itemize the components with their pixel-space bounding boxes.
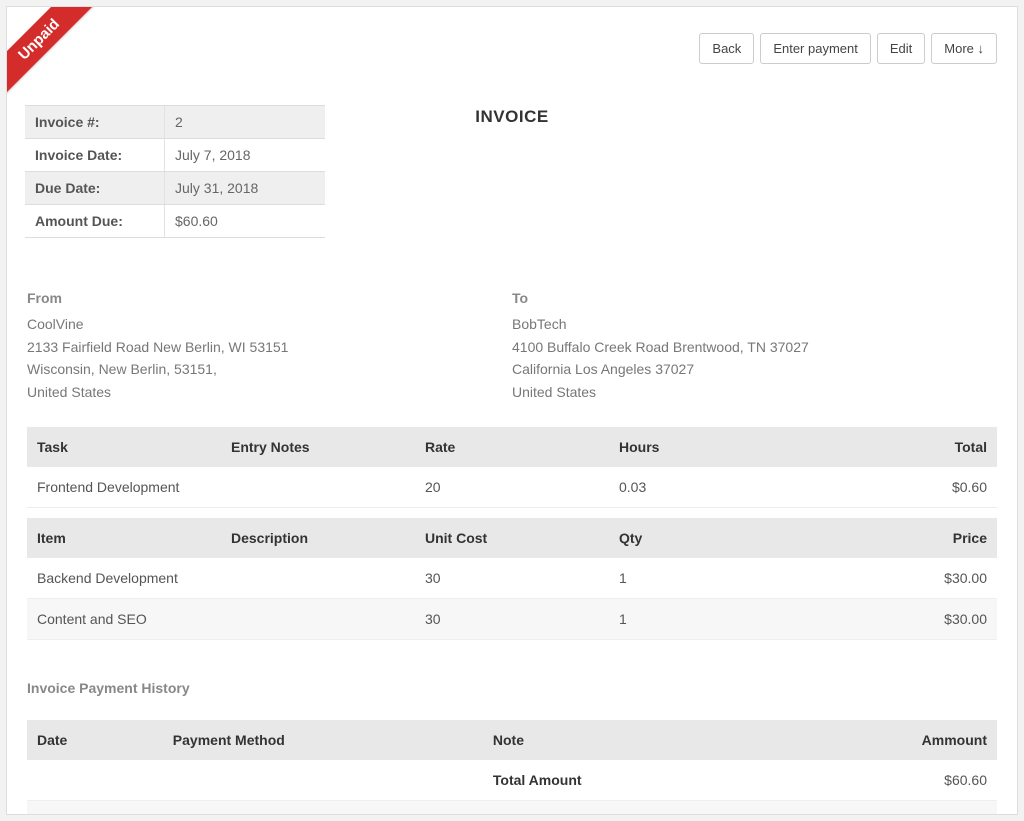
table-row: Frontend Development 20 0.03 $0.60 <box>27 467 997 508</box>
cell-price: $30.00 <box>803 558 997 599</box>
cell-qty: 1 <box>609 558 803 599</box>
col-task: Task <box>27 427 221 467</box>
meta-value: July 7, 2018 <box>165 139 325 171</box>
history-table: Date Payment Method Note Ammount Total A… <box>27 720 997 815</box>
address-to: To BobTech 4100 Buffalo Creek Road Brent… <box>512 287 997 403</box>
table-header-row: Date Payment Method Note Ammount <box>27 720 997 760</box>
cell-notes <box>221 467 415 508</box>
cell-unit: 30 <box>415 558 609 599</box>
col-desc: Description <box>221 518 415 558</box>
col-date: Date <box>27 720 163 760</box>
col-unit: Unit Cost <box>415 518 609 558</box>
history-title: Invoice Payment History <box>27 680 997 696</box>
col-total: Total <box>803 427 997 467</box>
meta-label: Invoice Date: <box>25 139 165 171</box>
col-amount: Ammount <box>851 720 997 760</box>
to-line3: United States <box>512 381 997 403</box>
from-line3: United States <box>27 381 512 403</box>
from-line2: Wisconsin, New Berlin, 53151, <box>27 358 512 380</box>
cell-unit: 30 <box>415 598 609 639</box>
col-qty: Qty <box>609 518 803 558</box>
tasks-table: Task Entry Notes Rate Hours Total Fronte… <box>27 427 997 508</box>
edit-button[interactable]: Edit <box>877 33 925 64</box>
cell-total: $0.60 <box>803 467 997 508</box>
meta-invoice-date: Invoice Date: July 7, 2018 <box>25 139 325 172</box>
cell-task: Frontend Development <box>27 467 221 508</box>
summary-label: Total paid <box>483 800 852 815</box>
col-note: Note <box>483 720 852 760</box>
col-price: Price <box>803 518 997 558</box>
summary-value: $0.00 <box>851 800 997 815</box>
cell-hours: 0.03 <box>609 467 803 508</box>
address-from: From CoolVine 2133 Fairfield Road New Be… <box>27 287 512 403</box>
from-heading: From <box>27 287 512 309</box>
meta-value: July 31, 2018 <box>165 172 325 204</box>
empty-cell <box>27 800 163 815</box>
to-name: BobTech <box>512 313 997 335</box>
cell-rate: 20 <box>415 467 609 508</box>
more-button[interactable]: More ↓ <box>931 33 997 64</box>
summary-row-total: Total Amount $60.60 <box>27 760 997 801</box>
from-line1: 2133 Fairfield Road New Berlin, WI 53151 <box>27 336 512 358</box>
col-item: Item <box>27 518 221 558</box>
empty-cell <box>27 760 163 801</box>
addresses: From CoolVine 2133 Fairfield Road New Be… <box>27 287 997 403</box>
invoice-page: Unpaid Back Enter payment Edit More ↓ IN… <box>6 6 1018 815</box>
enter-payment-button[interactable]: Enter payment <box>760 33 871 64</box>
cell-item: Backend Development <box>27 558 221 599</box>
table-header-row: Task Entry Notes Rate Hours Total <box>27 427 997 467</box>
status-ribbon: Unpaid <box>6 6 99 99</box>
table-row: Content and SEO 30 1 $30.00 <box>27 598 997 639</box>
col-notes: Entry Notes <box>221 427 415 467</box>
table-header-row: Item Description Unit Cost Qty Price <box>27 518 997 558</box>
summary-value: $60.60 <box>851 760 997 801</box>
meta-label: Due Date: <box>25 172 165 204</box>
cell-item: Content and SEO <box>27 598 221 639</box>
to-line2: California Los Angeles 37027 <box>512 358 997 380</box>
cell-qty: 1 <box>609 598 803 639</box>
meta-amount-due: Amount Due: $60.60 <box>25 205 325 238</box>
col-rate: Rate <box>415 427 609 467</box>
to-line1: 4100 Buffalo Creek Road Brentwood, TN 37… <box>512 336 997 358</box>
invoice-meta: Invoice #: 2 Invoice Date: July 7, 2018 … <box>25 105 325 238</box>
cell-desc <box>221 558 415 599</box>
meta-invoice-no: Invoice #: 2 <box>25 106 325 139</box>
cell-desc <box>221 598 415 639</box>
toolbar: Back Enter payment Edit More ↓ <box>699 33 997 64</box>
from-name: CoolVine <box>27 313 512 335</box>
summary-row-paid: Total paid $0.00 <box>27 800 997 815</box>
back-button[interactable]: Back <box>699 33 754 64</box>
meta-value: 2 <box>165 106 325 138</box>
meta-label: Invoice #: <box>25 106 165 138</box>
meta-value: $60.60 <box>165 205 325 237</box>
to-heading: To <box>512 287 997 309</box>
meta-due-date: Due Date: July 31, 2018 <box>25 172 325 205</box>
empty-cell <box>163 760 483 801</box>
summary-label: Total Amount <box>483 760 852 801</box>
cell-price: $30.00 <box>803 598 997 639</box>
items-table: Item Description Unit Cost Qty Price Bac… <box>27 518 997 640</box>
table-row: Backend Development 30 1 $30.00 <box>27 558 997 599</box>
col-hours: Hours <box>609 427 803 467</box>
empty-cell <box>163 800 483 815</box>
col-method: Payment Method <box>163 720 483 760</box>
meta-label: Amount Due: <box>25 205 165 237</box>
